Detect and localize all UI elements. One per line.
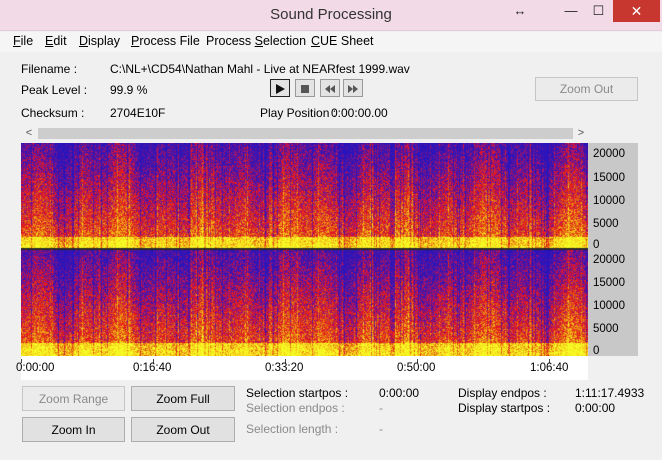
freq-label: 0	[593, 345, 600, 357]
fast-forward-icon	[348, 85, 358, 93]
scroll-thumb[interactable]	[38, 128, 573, 139]
rewind-icon	[325, 85, 335, 93]
display-endpos-value: 1:11:17.4933	[575, 386, 645, 400]
freq-label: 20000	[593, 254, 625, 266]
filename-label: Filename :	[21, 62, 78, 76]
menu-process-selection[interactable]: Process Selection	[206, 34, 306, 48]
play-position-value: 0:00:00.00	[331, 106, 388, 120]
time-label: 0:33:20	[265, 362, 304, 374]
filename-value: C:\NL+\CD54\Nathan Mahl - Live at NEARfe…	[110, 62, 410, 76]
scroll-left-icon[interactable]: <	[22, 126, 36, 141]
stop-icon	[301, 85, 309, 93]
scroll-right-icon[interactable]: >	[574, 126, 588, 141]
time-label: 1:06:40	[530, 362, 569, 374]
time-label: 0:16:40	[133, 362, 172, 374]
peak-level-value: 99.9 %	[110, 83, 148, 97]
selection-startpos-label: Selection startpos :	[246, 386, 349, 400]
freq-label: 5000	[593, 323, 619, 335]
selection-endpos-value: -	[379, 401, 383, 415]
time-label: 0:00:00	[16, 362, 55, 374]
zoom-out-button[interactable]: Zoom Out	[131, 417, 235, 442]
selection-startpos-value: 0:00:00	[379, 386, 420, 400]
time-axis	[21, 356, 588, 380]
checksum-value: 2704E10F	[110, 106, 166, 120]
close-icon: ✕	[630, 3, 643, 19]
selection-length-label: Selection length :	[246, 422, 339, 436]
zoom-out-top-button[interactable]: Zoom Out	[535, 77, 638, 101]
display-startpos-label: Display startpos :	[458, 401, 551, 415]
spectrogram-canvas[interactable]	[21, 143, 588, 356]
freq-label: 0	[593, 239, 600, 251]
menu-file[interactable]: File	[13, 34, 33, 48]
zoom-full-button[interactable]: Zoom Full	[131, 386, 235, 411]
freq-label: 20000	[593, 148, 625, 160]
menu-display[interactable]: Display	[79, 34, 120, 48]
selection-length-value: -	[379, 422, 383, 436]
zoom-in-button[interactable]: Zoom In	[22, 417, 125, 442]
menu-edit[interactable]: Edit	[45, 34, 67, 48]
play-icon	[276, 84, 285, 94]
freq-label: 15000	[593, 172, 625, 184]
freq-label: 10000	[593, 195, 625, 207]
resize-icon[interactable]: ↔	[508, 0, 532, 22]
peak-level-label: Peak Level :	[21, 83, 88, 97]
time-label: 0:50:00	[397, 362, 436, 374]
close-button[interactable]: ✕	[613, 0, 660, 22]
display-startpos-value: 0:00:00	[575, 401, 616, 415]
selection-endpos-label: Selection endpos :	[246, 401, 345, 415]
horizontal-scrollbar[interactable]: < >	[22, 126, 588, 141]
play-position-label: Play Position :	[260, 106, 337, 120]
menu-process-file[interactable]: Process File	[131, 34, 200, 48]
freq-label: 10000	[593, 300, 625, 312]
minimize-button[interactable]: —	[558, 0, 584, 22]
title-bar[interactable]: Sound Processing ↔ — ☐ ✕	[0, 0, 662, 31]
checksum-label: Checksum :	[21, 106, 85, 120]
rewind-button[interactable]	[320, 79, 340, 97]
freq-label: 5000	[593, 218, 619, 230]
freq-label: 15000	[593, 277, 625, 289]
stop-button[interactable]	[295, 79, 315, 97]
menu-cue-sheet[interactable]: CUE Sheet	[311, 34, 374, 48]
maximize-button[interactable]: ☐	[585, 0, 612, 22]
fast-forward-button[interactable]	[343, 79, 363, 97]
display-endpos-label: Display endpos :	[458, 386, 547, 400]
menu-bar: File Edit Display Process File Process S…	[0, 32, 662, 52]
play-button[interactable]	[270, 79, 290, 97]
zoom-range-button[interactable]: Zoom Range	[22, 386, 125, 411]
